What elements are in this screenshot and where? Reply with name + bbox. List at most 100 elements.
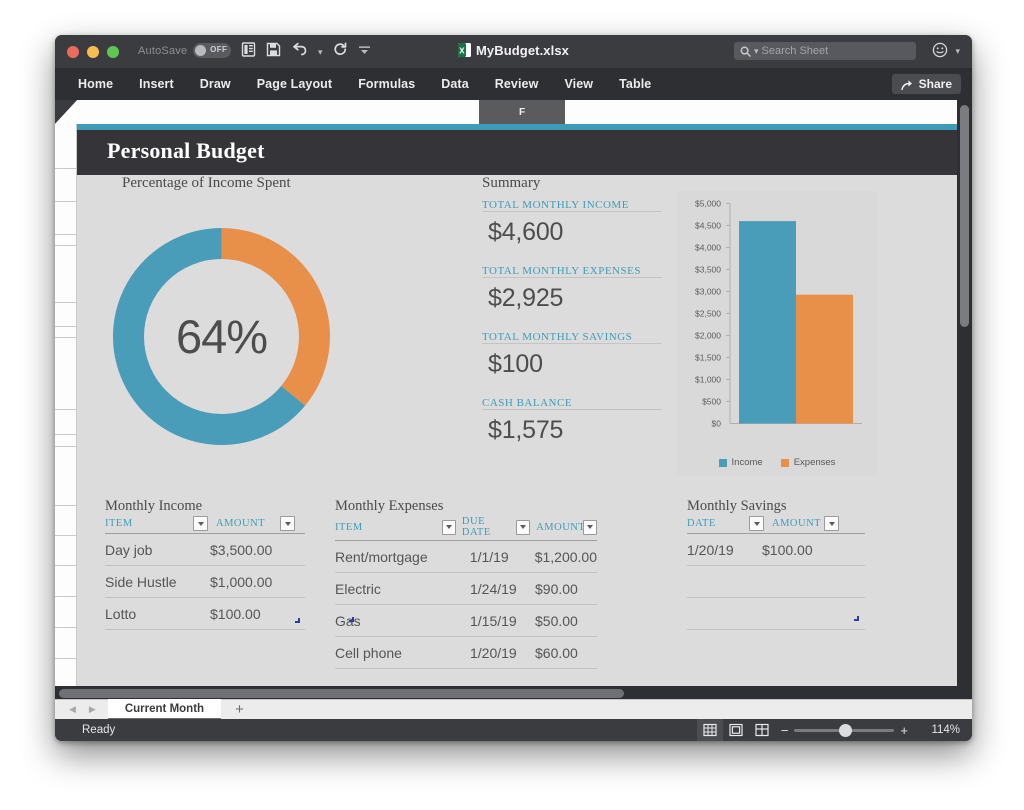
page-break-view-button[interactable] [749,719,775,741]
row-header-13[interactable]: 13 [55,536,77,566]
smiley-feedback-icon[interactable] [932,42,948,63]
sheet-nav-arrows: ◀ ▶ [55,704,108,715]
cell-date: 1/20/19 [687,542,762,558]
banner: Personal Budget [77,130,957,175]
search-sheet-input[interactable]: ▾ Search Sheet [734,42,916,60]
filter-button-item[interactable] [442,520,456,535]
tab-page-layout[interactable]: Page Layout [244,77,345,91]
vertical-scrollbar-thumb[interactable] [960,105,969,327]
filter-button-amount[interactable] [280,516,295,531]
table-row[interactable]: Lotto $100.00 [105,598,305,630]
filter-button-date[interactable] [749,516,764,531]
table-row[interactable]: Rent/mortgage 1/1/19 $1,200.00 [335,541,597,573]
tab-view[interactable]: View [551,77,606,91]
row-header-16[interactable]: 16 [55,628,77,659]
donut-center-label: 64% [105,220,338,453]
row-header-9[interactable]: 9 [55,410,77,435]
tab-formulas[interactable]: Formulas [345,77,428,91]
row-header-12[interactable]: 12 [55,506,77,536]
table-row[interactable]: 1/20/19 $100.00 [687,534,865,566]
row-header-4[interactable]: 4 [55,235,77,246]
tab-review[interactable]: Review [482,77,552,91]
table-resize-handle[interactable] [854,616,859,621]
filter-button-due-date[interactable] [516,520,530,535]
zoom-slider[interactable] [794,729,894,732]
column-header-d[interactable]: D [285,100,318,125]
horizontal-scrollbar-thumb[interactable] [59,689,624,698]
row-header-8[interactable]: 8 [55,338,77,410]
legend-item-expenses[interactable]: Expenses [781,457,836,468]
tab-home[interactable]: Home [65,77,126,91]
tab-insert[interactable]: Insert [126,77,187,91]
row-header-1[interactable]: 1 [55,124,77,169]
column-header-g[interactable]: G [565,100,652,125]
feedback-chevron-down-icon[interactable]: ▾ [955,46,960,57]
summary-value-savings: $100 [488,350,662,379]
column-header-l[interactable]: L [903,100,958,125]
bar-chart[interactable]: $5,000 $4,500 $4,000 $3,500 $3,000 $2,50… [677,191,877,476]
monthly-expenses-header-row: Item Due Date Amount [335,516,597,541]
column-header-b[interactable]: B [113,100,200,125]
ribbon-tab-bar: Home Insert Draw Page Layout Formulas Da… [55,68,972,100]
summary-label-savings: Total Monthly Savings [482,331,662,343]
filter-button-amount[interactable] [824,516,839,531]
zoom-in-button[interactable]: + [894,724,914,737]
cell-amount: $3,500.00 [210,542,272,558]
cell-due-date: 1/20/19 [470,645,535,661]
row-header-6[interactable]: 6 [55,303,77,327]
row-header-14[interactable]: 14 [55,566,77,597]
normal-view-button[interactable] [697,719,723,741]
row-header-15[interactable]: 15 [55,597,77,628]
column-header-k[interactable]: K [863,100,904,125]
table-row-empty[interactable] [687,598,865,630]
row-header-11[interactable]: 11 [55,447,77,506]
zoom-slider-knob[interactable] [839,724,852,737]
table-row[interactable]: Gas 1/15/19 $50.00 [335,605,597,637]
table-row[interactable]: Day job $3,500.00 [105,534,305,566]
horizontal-scrollbar[interactable] [55,686,972,700]
zoom-out-button[interactable]: − [775,724,795,737]
previous-sheet-icon[interactable]: ◀ [69,704,76,715]
worksheet-grid[interactable]: Personal Budget Percentage of Income Spe… [77,124,957,700]
divider [482,409,662,410]
row-header-10[interactable]: 10 [55,435,77,447]
donut-chart-title: Percentage of Income Spent [122,175,291,192]
select-all-corner[interactable] [55,100,77,124]
vertical-scrollbar[interactable] [957,100,972,700]
column-header-e[interactable]: E [317,100,480,125]
column-header-a[interactable]: A [77,100,114,125]
add-sheet-button[interactable]: + [221,702,258,717]
table-resize-handle[interactable] [349,617,354,622]
monthly-income-header-row: Item Amount [105,516,305,534]
column-header-f[interactable]: F [479,100,566,126]
summary-label-expenses: Total Monthly Expenses [482,265,662,277]
row-header-3[interactable]: 3 [55,202,77,235]
next-sheet-icon[interactable]: ▶ [89,704,96,715]
donut-chart[interactable]: 64% [105,220,338,453]
column-header-j[interactable]: J [777,100,864,125]
filter-button-item[interactable] [193,516,208,531]
search-options-chevron-down-icon[interactable]: ▾ [754,47,759,56]
table-row[interactable]: Electric 1/24/19 $90.00 [335,573,597,605]
row-header-2[interactable]: 2 [55,169,77,202]
table-row-empty[interactable] [687,566,865,598]
tab-draw[interactable]: Draw [187,77,244,91]
legend-item-income[interactable]: Income [719,457,763,468]
excel-window-root: AutoSave OFF ▾ [0,0,1024,810]
summary-item-income: Total Monthly Income $4,600 [482,199,662,247]
tab-data[interactable]: Data [428,77,482,91]
row-header-5[interactable]: 5 [55,246,77,303]
filter-button-amount[interactable] [583,520,597,535]
table-row[interactable]: Cell phone 1/20/19 $60.00 [335,637,597,669]
share-button[interactable]: Share [892,74,961,94]
column-header-h[interactable]: H [651,100,692,125]
column-header-i[interactable]: I [691,100,778,125]
table-resize-handle[interactable] [295,618,300,623]
row-header-7[interactable]: 7 [55,327,77,338]
tab-table[interactable]: Table [606,77,664,91]
sheet-tab-current-month[interactable]: Current Month [108,699,221,720]
column-header-c[interactable]: C [199,100,286,125]
bar-chart-legend: Income Expenses [677,457,877,468]
table-row[interactable]: Side Hustle $1,000.00 [105,566,305,598]
page-layout-view-button[interactable] [723,719,749,741]
